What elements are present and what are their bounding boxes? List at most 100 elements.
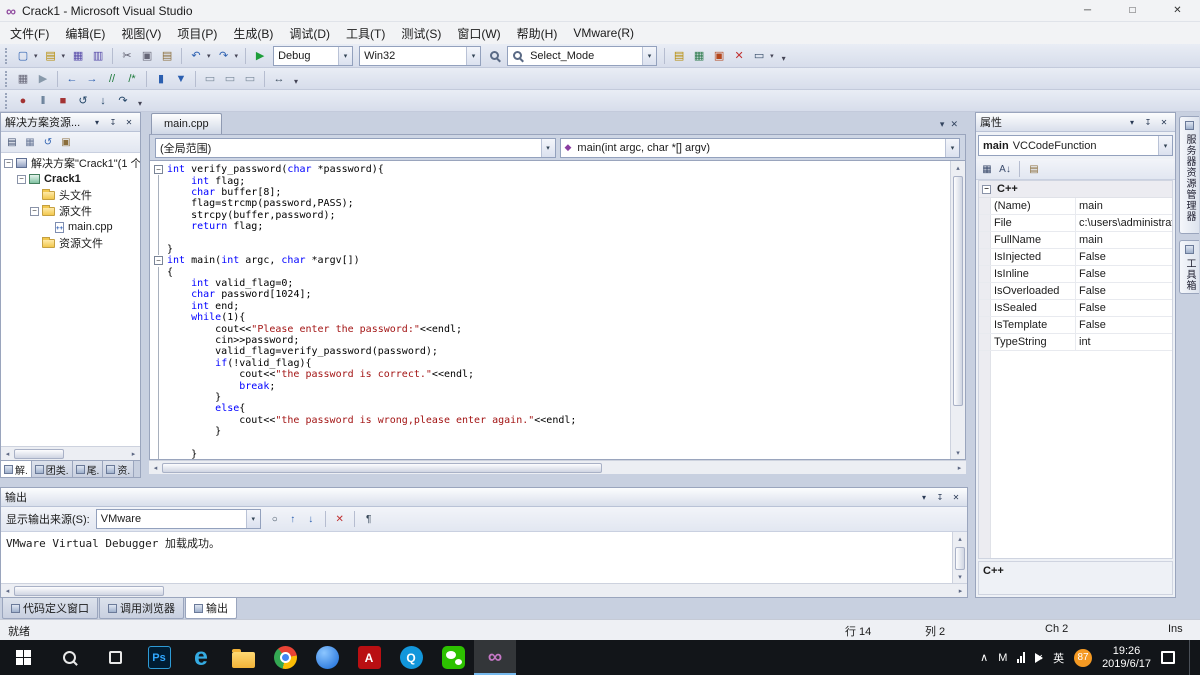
command-window-icon[interactable]: ▭ (750, 47, 768, 65)
tree-item-6[interactable]: 资源文件 (1, 235, 140, 251)
toolbar-overflow-icon[interactable]: ▾ (289, 70, 303, 88)
menu-item-6[interactable]: 调试(D) (281, 22, 338, 44)
window-position-icon[interactable]: ▾ (1125, 116, 1139, 129)
find-message-icon[interactable]: ○ (267, 511, 283, 527)
select-pointer-icon[interactable]: ▶ (34, 70, 52, 88)
solution-explorer-header[interactable]: 解决方案资源... ▾ ↧ ✕ (1, 113, 140, 132)
code-editor[interactable]: − int verify_password(char *password){ in… (149, 160, 966, 460)
language-indicator[interactable]: 英 (1053, 650, 1064, 666)
bottom-tab-3[interactable]: 输出 (185, 598, 237, 619)
minimize-button[interactable]: ─ (1065, 0, 1110, 21)
window-position-icon[interactable]: ▾ (917, 491, 931, 504)
align-rights-icon[interactable]: ▭ (241, 70, 259, 88)
property-row-7[interactable]: IsSealed False (979, 300, 1172, 317)
show-all-files-icon[interactable]: ▦ (22, 134, 38, 150)
tree-item-5[interactable]: main.cpp (1, 219, 140, 235)
break-all-icon[interactable]: ‖ (34, 92, 52, 110)
scroll-left-icon[interactable]: ◂ (1, 447, 14, 460)
menu-item-9[interactable]: 窗口(W) (449, 22, 508, 44)
chevron-down-icon[interactable]: ▾ (60, 52, 68, 60)
save-icon[interactable]: ▦ (69, 47, 87, 65)
restart-icon[interactable]: ↺ (74, 92, 92, 110)
scroll-left-icon[interactable]: ◂ (1, 584, 14, 597)
pin-icon[interactable]: ↧ (1141, 116, 1155, 129)
scroll-left-icon[interactable]: ◂ (149, 461, 162, 474)
scroll-down-icon[interactable]: ▾ (954, 570, 967, 583)
next-message-icon[interactable]: ↓ (303, 511, 319, 527)
property-pages-icon[interactable]: ▤ (1026, 161, 1042, 177)
editor-h-scrollbar[interactable]: ◂ ▸ (149, 460, 966, 474)
align-centers-icon[interactable]: ▭ (221, 70, 239, 88)
menu-item-4[interactable]: 项目(P) (169, 22, 225, 44)
search-button[interactable] (46, 640, 92, 675)
output-header[interactable]: 输出 ▾ ↧ ✕ (1, 488, 967, 507)
action-center-icon[interactable] (1161, 651, 1175, 664)
output-text[interactable]: VMware Virtual Debugger 加载成功。 (1, 532, 952, 583)
toolbar-overflow-icon[interactable]: ▾ (777, 47, 791, 65)
server-explorer-tab[interactable]: 服务器资源管理器 (1179, 116, 1199, 234)
properties-header[interactable]: 属性 ▾ ↧ ✕ (976, 113, 1175, 132)
tray-expand-icon[interactable]: ∧ (980, 651, 988, 664)
bottom-tab-1[interactable]: 代码定义窗口 (2, 598, 98, 619)
solution-bottom-tab-2[interactable]: 团类. (31, 461, 73, 477)
cut-icon[interactable]: ✂ (118, 47, 136, 65)
close-icon[interactable]: ✕ (1157, 116, 1171, 129)
undo-icon[interactable]: ↶ (187, 47, 205, 65)
start-button[interactable] (0, 640, 46, 675)
tree-item-3[interactable]: 头文件 (1, 187, 140, 203)
menu-item-10[interactable]: 帮助(H) (509, 22, 566, 44)
scrollbar-thumb[interactable] (14, 448, 64, 459)
increase-indent-icon[interactable]: → (83, 70, 101, 88)
step-into-icon[interactable]: ↓ (94, 92, 112, 110)
scroll-down-icon[interactable]: ▾ (952, 446, 965, 459)
document-list-dropdown-icon[interactable]: ▾ (940, 119, 945, 130)
select-mode-combo[interactable]: Select_Mode ▾ (507, 45, 658, 66)
fold-collapse-icon[interactable]: − (154, 165, 163, 175)
edge-browser-icon[interactable]: e (180, 640, 222, 675)
error-list-icon[interactable]: ✕ (730, 47, 748, 65)
solution-explorer-icon[interactable]: ▤ (670, 47, 688, 65)
copy-icon[interactable]: ▣ (138, 47, 156, 65)
toggle-word-wrap-icon[interactable]: ¶ (361, 511, 377, 527)
photoshop-icon[interactable]: Ps (138, 640, 180, 675)
menu-item-7[interactable]: 工具(T) (338, 22, 393, 44)
tree-expander-icon[interactable]: − (30, 206, 39, 216)
chevron-down-icon[interactable]: ▾ (205, 52, 213, 60)
property-row-8[interactable]: IsTemplate False (979, 317, 1172, 334)
property-row-3[interactable]: FullName main (979, 232, 1172, 249)
close-icon[interactable]: ✕ (122, 116, 136, 129)
members-combo[interactable]: ◆ main(int argc, char *[] argv) ▾ (559, 137, 960, 158)
menu-item-5[interactable]: 生成(B) (225, 22, 281, 44)
property-row-6[interactable]: IsOverloaded False (979, 283, 1172, 300)
scroll-right-icon[interactable]: ▸ (953, 461, 966, 474)
output-h-scrollbar[interactable]: ◂ ▸ (1, 583, 967, 597)
toolbox-tab[interactable]: 工具箱 (1179, 240, 1199, 294)
step-over-icon[interactable]: ↷ (114, 92, 132, 110)
scrollbar-thumb[interactable] (14, 585, 164, 596)
visual-studio-icon[interactable]: ∞ (474, 640, 516, 675)
redo-icon[interactable]: ↷ (215, 47, 233, 65)
comment-icon[interactable]: // (103, 70, 121, 88)
scroll-up-icon[interactable]: ▴ (952, 161, 965, 174)
object-selector-combo[interactable]: main VCCodeFunction ▾ (978, 135, 1173, 156)
menu-item-2[interactable]: 编辑(E) (57, 22, 113, 44)
solution-configurations-combo[interactable]: Debug ▾ (273, 45, 354, 66)
alphabetical-icon[interactable]: A↓ (997, 161, 1013, 177)
group-expander-icon[interactable]: − (982, 184, 991, 194)
volume-muted-icon[interactable]: ✕ (1035, 652, 1044, 663)
document-tab-main-cpp[interactable]: main.cpp (151, 113, 222, 134)
previous-message-icon[interactable]: ↑ (285, 511, 301, 527)
ime-mode-indicator[interactable]: M (998, 652, 1007, 664)
tree-item-2[interactable]: − Crack1 (1, 171, 140, 187)
property-row-1[interactable]: (Name) main (979, 198, 1172, 215)
solution-bottom-tab-4[interactable]: 资. (103, 461, 135, 477)
toolbar-grip[interactable] (5, 47, 8, 64)
next-bookmark-icon[interactable]: ▼ (172, 70, 190, 88)
chevron-down-icon[interactable]: ▾ (233, 52, 241, 60)
task-view-button[interactable] (92, 640, 138, 675)
solution-platforms-combo[interactable]: Win32 ▾ (359, 45, 482, 66)
solution-bottom-tab-1[interactable]: 解. (1, 461, 32, 477)
paste-icon[interactable]: ▤ (158, 47, 176, 65)
decrease-indent-icon[interactable]: ← (63, 70, 81, 88)
scrollbar-thumb[interactable] (162, 462, 602, 473)
